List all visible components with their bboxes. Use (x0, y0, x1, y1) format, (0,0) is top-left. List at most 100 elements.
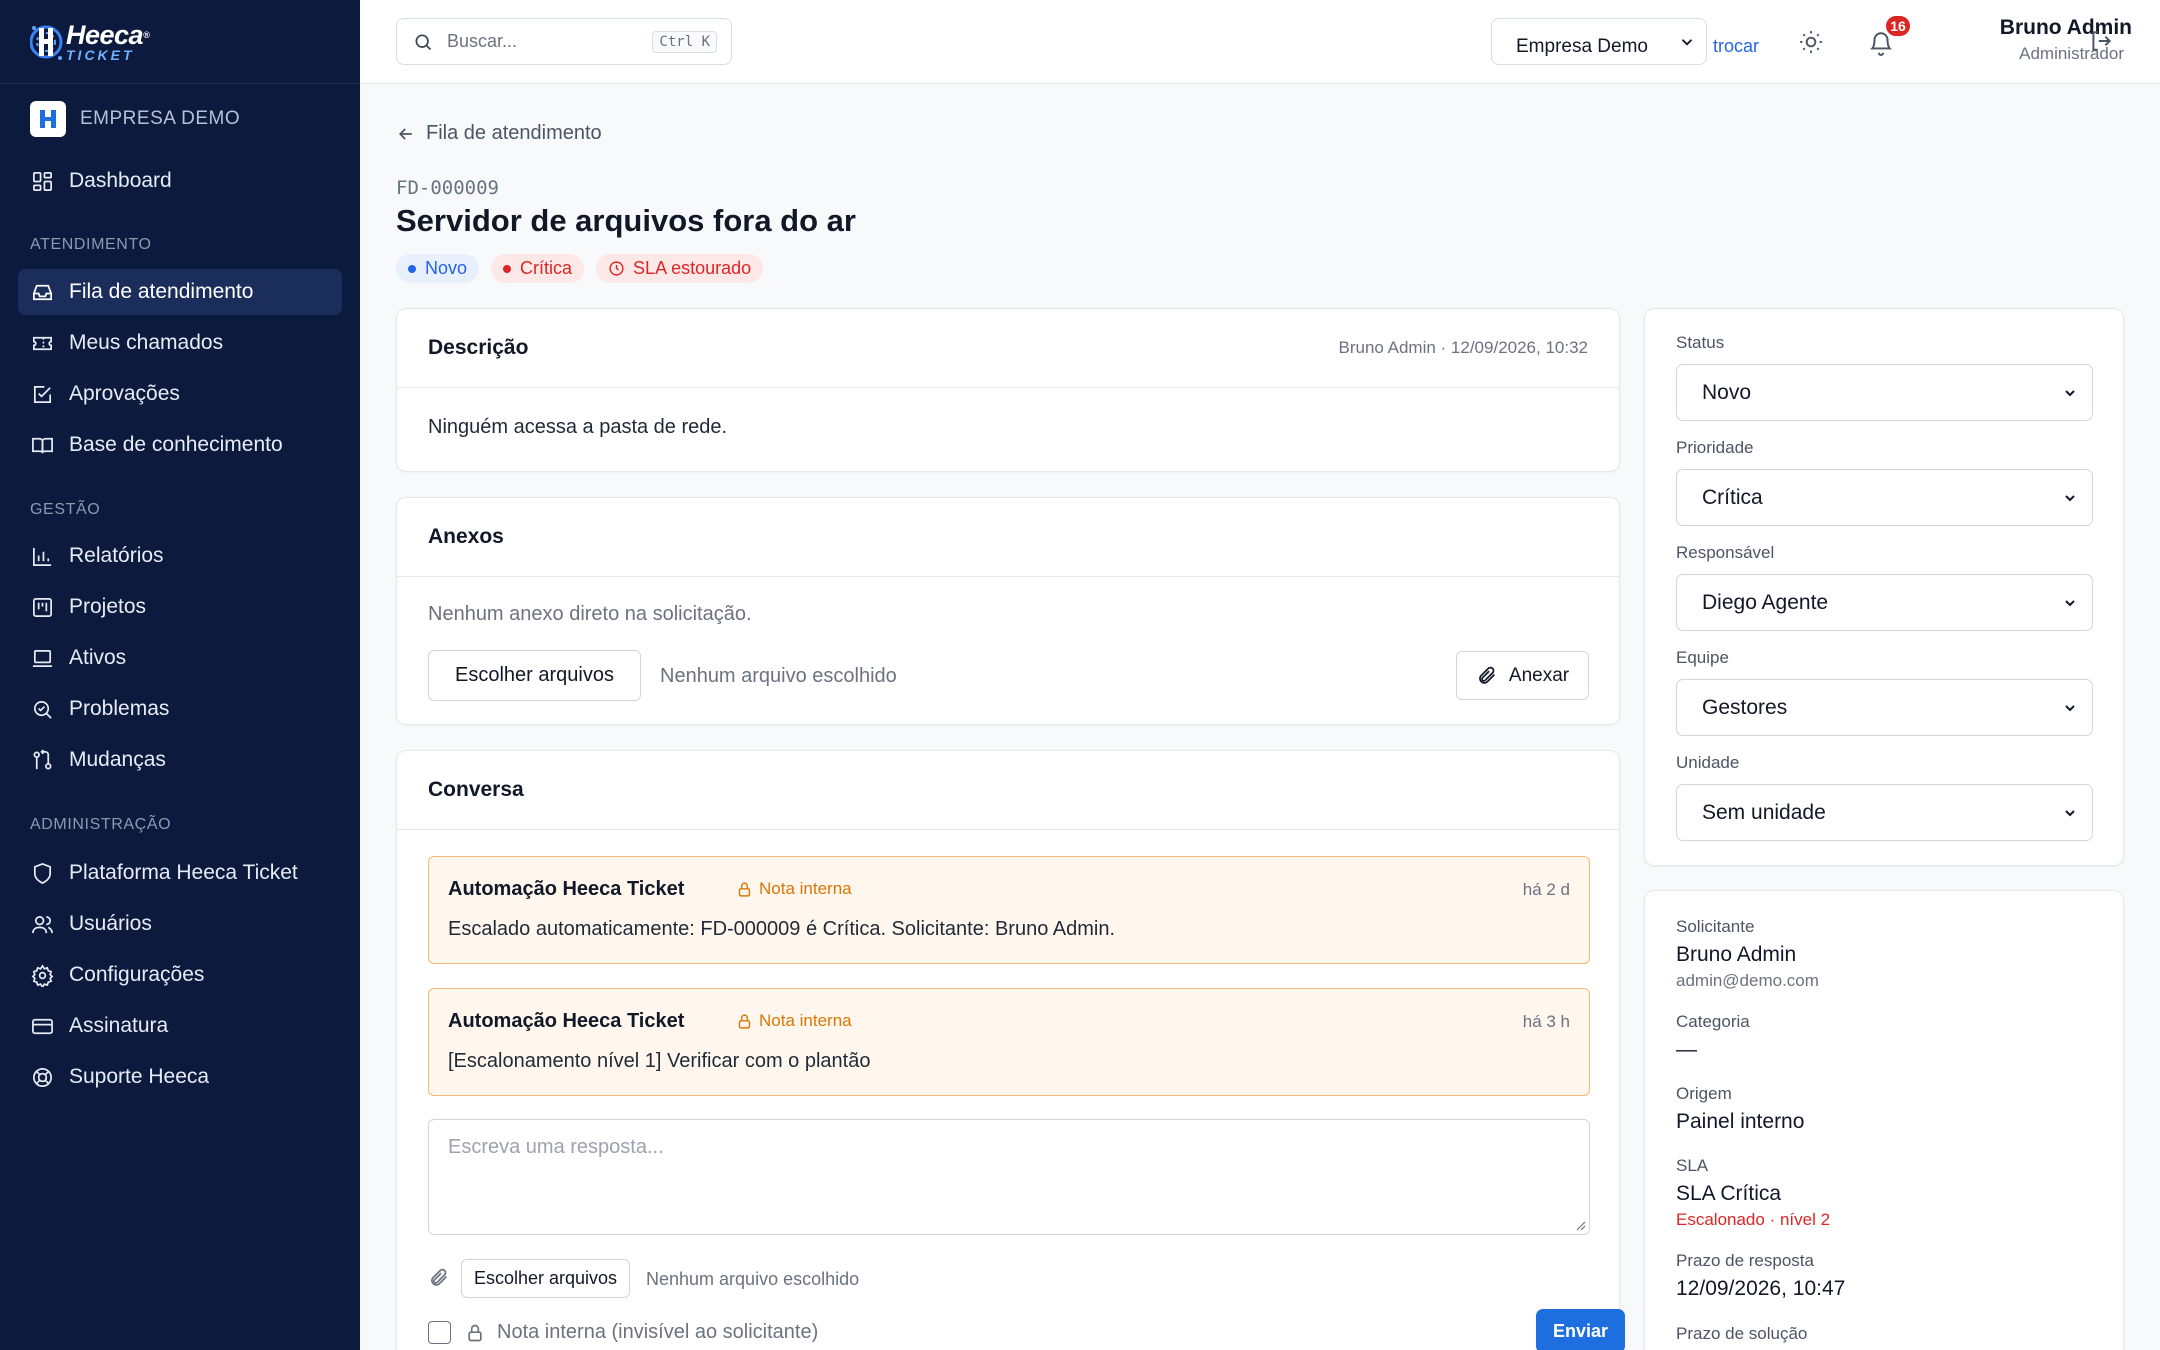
sidebar-item-base-conhecimento[interactable]: Base de conhecimento (18, 422, 342, 468)
message-text: [Escalonamento nível 1] Verificar com o … (448, 1050, 871, 1072)
company-select-value: Empresa Demo (1516, 35, 1648, 57)
sidebar-item-problemas[interactable]: Problemas (18, 686, 342, 732)
laptop-icon (32, 649, 53, 667)
company-name: EMPRESA DEMO (80, 108, 241, 129)
back-label: Fila de atendimento (426, 122, 602, 144)
credit-card-icon (32, 1018, 53, 1034)
attachments-heading: Anexos (428, 525, 504, 548)
sidebar-item-configuracoes[interactable]: Configurações (18, 952, 342, 998)
page-title: Servidor de arquivos fora do ar (396, 203, 856, 238)
lock-icon (738, 1013, 751, 1029)
requester-name: Bruno Admin (1676, 943, 1797, 966)
description-heading: Descrição (428, 336, 529, 359)
sidebar-item-assinatura[interactable]: Assinatura (18, 1003, 342, 1049)
unit-select[interactable]: Sem unidade (1676, 784, 2093, 841)
status-select[interactable]: Novo (1676, 364, 2093, 421)
search-placeholder: Buscar... (447, 31, 518, 51)
priority-dot (503, 264, 512, 273)
sidebar-item-mudancas[interactable]: Mudanças (18, 737, 342, 783)
section-gestao: GESTÃO (30, 501, 101, 518)
priority-select[interactable]: Crítica (1676, 469, 2093, 526)
search-shortcut: Ctrl K (652, 30, 717, 53)
attachments-header: Anexos (397, 498, 1619, 577)
team-select-value: Gestores (1702, 695, 1788, 719)
brand-trademark: ® (143, 30, 150, 40)
lock-icon (738, 881, 751, 897)
internal-note-checkbox[interactable] (428, 1321, 451, 1344)
sidebar-item-dashboard[interactable]: Dashboard (18, 158, 342, 204)
assignee-select[interactable]: Diego Agente (1676, 574, 2093, 631)
sidebar-item-meus-chamados[interactable]: Meus chamados (18, 320, 342, 366)
notification-badge: 16 (1884, 14, 1912, 38)
sidebar-item-label: Projetos (69, 595, 147, 618)
checkbox-icon (33, 385, 52, 403)
sun-icon[interactable] (1798, 29, 1824, 55)
priority-badge: Crítica (491, 254, 585, 283)
paperclip-icon (431, 1268, 447, 1286)
send-button[interactable]: Enviar (1536, 1309, 1625, 1350)
attach-button[interactable]: Anexar (1456, 651, 1589, 700)
git-compare-icon (33, 748, 52, 770)
resize-handle-icon[interactable] (1574, 1219, 1586, 1231)
message-author: Automação Heeca Ticket (448, 1010, 685, 1032)
brand-word2: TICKET (66, 47, 135, 63)
ticket-icon (33, 336, 52, 350)
message-author: Automação Heeca Ticket (448, 878, 685, 900)
sidebar-item-plataforma[interactable]: Plataforma Heeca Ticket (18, 850, 342, 896)
paperclip-icon (1478, 666, 1495, 684)
reply-textarea[interactable]: Escreva uma resposta... (428, 1119, 1590, 1235)
section-administracao: ADMINISTRAÇÃO (30, 816, 172, 833)
reply-no-file-text: Nenhum arquivo escolhido (646, 1269, 860, 1289)
sidebar-item-label: Configurações (69, 963, 205, 986)
sidebar-item-ativos[interactable]: Ativos (18, 635, 342, 681)
sidebar-item-projetos[interactable]: Projetos (18, 584, 342, 630)
sidebar-item-aprovacoes[interactable]: Aprovações (18, 371, 342, 417)
clock-icon (609, 261, 624, 276)
sidebar-item-label: Ativos (69, 646, 127, 669)
requester-email[interactable]: admin@demo.com (1676, 971, 1819, 991)
brand-logo[interactable]: Heeca® TICKET (30, 13, 160, 71)
sidebar-item-label: Assinatura (69, 1014, 169, 1037)
kanban-icon (33, 597, 52, 617)
team-label: Equipe (1676, 648, 1729, 667)
sidebar-item-fila[interactable]: Fila de atendimento (18, 269, 342, 315)
origin-value: Painel interno (1676, 1110, 1805, 1133)
team-select[interactable]: Gestores (1676, 679, 2093, 736)
logout-icon[interactable] (2088, 28, 2114, 54)
description-header: Descrição Bruno Admin · 12/09/2026, 10:3… (397, 309, 1619, 388)
reply-choose-files-button[interactable]: Escolher arquivos (461, 1259, 630, 1298)
internal-note-label: Nota interna (759, 879, 852, 898)
sidebar-item-label: Aprovações (69, 382, 180, 405)
sidebar-item-relatorios[interactable]: Relatórios (18, 533, 342, 579)
conversation-card: Conversa Automação Heeca Ticket Nota int… (396, 750, 1625, 1350)
internal-note-tag: Nota interna (736, 1011, 852, 1031)
sidebar-item-suporte[interactable]: Suporte Heeca (18, 1054, 342, 1100)
internal-note-toggle[interactable]: Nota interna (invisível ao solicitante) (428, 1321, 818, 1344)
company-select[interactable]: Empresa Demo (1491, 18, 1707, 65)
choose-files-button[interactable]: Escolher arquivos (428, 650, 641, 701)
message-time: há 3 h (1522, 1012, 1570, 1031)
sidebar-item-label: Mudanças (69, 748, 166, 771)
chevron-down-icon (2065, 389, 2075, 396)
sla-value: SLA Crítica (1676, 1182, 1782, 1205)
chevron-down-icon (2065, 599, 2075, 606)
sidebar-item-usuarios[interactable]: Usuários (18, 901, 342, 947)
lock-icon (468, 1324, 482, 1341)
section-atendimento: ATENDIMENTO (30, 236, 152, 253)
message-item: Automação Heeca Ticket Nota interna há 3… (428, 988, 1590, 1096)
attach-button-label: Anexar (1508, 664, 1570, 686)
sidebar-item-label: Usuários (69, 912, 152, 935)
search-icon (415, 34, 432, 50)
search-input[interactable]: Buscar... Ctrl K (396, 18, 732, 65)
attachments-card: Anexos Nenhum anexo direto na solicitaçã… (396, 497, 1620, 725)
back-link[interactable]: Fila de atendimento (396, 122, 602, 145)
conversation-header: Conversa (397, 751, 1619, 830)
status-label: Status (1676, 333, 1725, 352)
sla-badge-label: SLA estourado (633, 258, 752, 278)
switch-company-link[interactable]: trocar (1713, 36, 1759, 57)
message-item: Automação Heeca Ticket Nota interna há 2… (428, 856, 1590, 964)
conversation-heading: Conversa (428, 778, 524, 801)
unit-select-value: Sem unidade (1702, 800, 1826, 824)
sidebar-company[interactable]: EMPRESA DEMO (30, 100, 240, 138)
solution-deadline-label: Prazo de solução (1676, 1324, 1808, 1343)
